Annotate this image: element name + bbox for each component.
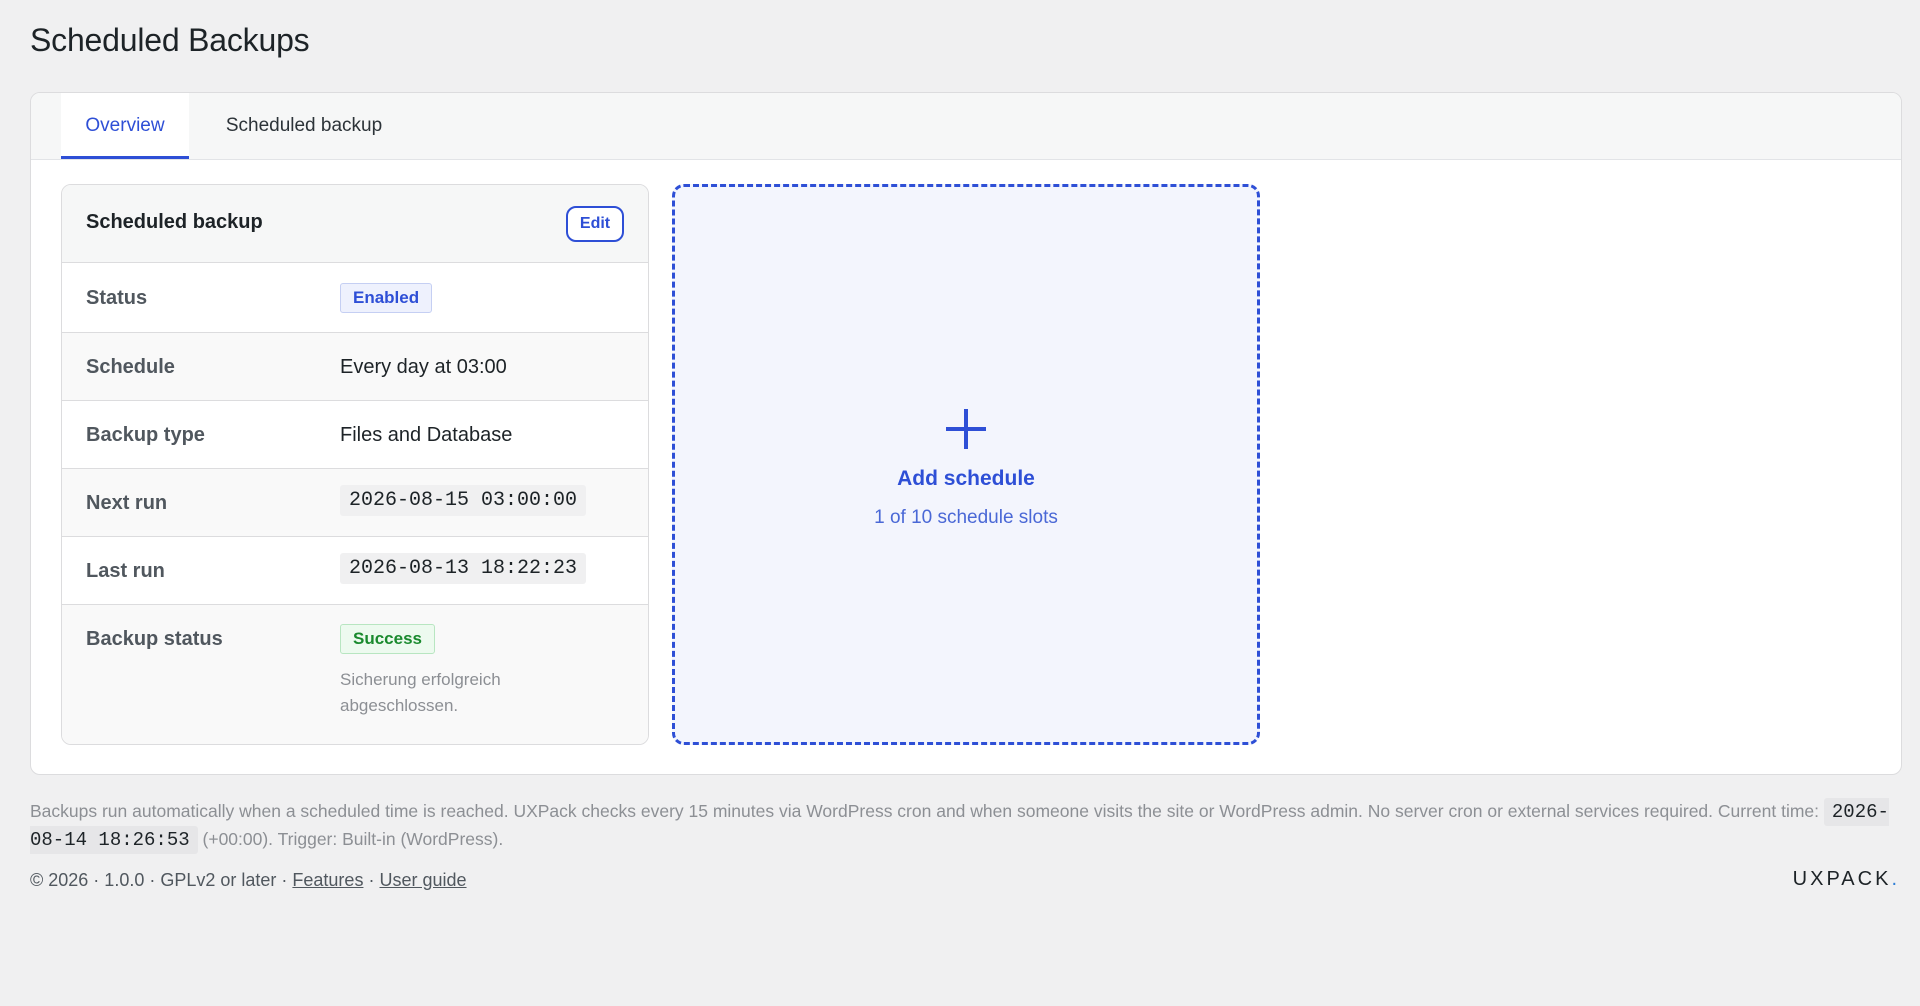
card-title: Scheduled backup	[86, 211, 263, 233]
tab-overview[interactable]: Overview	[61, 93, 189, 159]
page-title: Scheduled Backups	[30, 22, 310, 58]
add-schedule-tile[interactable]: Add schedule 1 of 10 schedule slots	[672, 184, 1260, 745]
scheduled-backup-card: Scheduled backup Edit Status Enabled Sch…	[61, 184, 649, 745]
backup-status-label: Backup status	[86, 628, 223, 650]
features-link[interactable]: Features	[292, 870, 363, 890]
info-text: Backups run automatically when a schedul…	[30, 798, 1900, 854]
status-badge: Enabled	[340, 283, 433, 313]
page: Scheduled Backups Overview Scheduled bac…	[0, 0, 1920, 1006]
row-last-run: Last run 2026-08-13 18:22:23	[62, 537, 648, 605]
plus-icon	[946, 409, 986, 449]
footer: © 2026 · 1.0.0 · GPLv2 or later · Featur…	[30, 870, 467, 891]
info-text-before: Backups run automatically when a schedul…	[30, 801, 1820, 821]
info-text-after: (+00:00). Trigger: Built-in (WordPress).	[202, 829, 504, 849]
row-next-run: Next run 2026-08-15 03:00:00	[62, 469, 648, 537]
footer-separator: ·	[368, 870, 375, 890]
backup-status-note: Sicherung erfolgreich abgeschlossen.	[340, 670, 501, 715]
next-run-label: Next run	[86, 492, 168, 514]
main-panel: Overview Scheduled backup Scheduled back…	[30, 92, 1902, 775]
last-run-value: 2026-08-13 18:22:23	[340, 553, 587, 584]
backup-type-value: Files and Database	[340, 424, 513, 446]
tab-scheduled-backup[interactable]: Scheduled backup	[209, 93, 399, 159]
status-label: Status	[86, 287, 148, 309]
row-status: Status Enabled	[62, 263, 648, 333]
tab-bar: Overview Scheduled backup	[31, 93, 1901, 160]
row-backup-status: Backup status Success Sicherung erfolgre…	[62, 605, 648, 744]
schedule-value: Every day at 03:00	[340, 356, 507, 378]
schedule-label: Schedule	[86, 356, 175, 378]
edit-button[interactable]: Edit	[566, 206, 624, 242]
brand-dot: .	[1891, 868, 1900, 890]
next-run-value: 2026-08-15 03:00:00	[340, 485, 587, 516]
row-schedule: Schedule Every day at 03:00	[62, 333, 648, 401]
row-backup-type: Backup type Files and Database	[62, 401, 648, 469]
footer-meta: © 2026 · 1.0.0 · GPLv2 or later ·	[30, 870, 288, 890]
card-header: Scheduled backup Edit	[62, 185, 648, 263]
brand-logo: UXPACK.	[1793, 868, 1900, 891]
backup-type-label: Backup type	[86, 424, 205, 446]
add-schedule-label: Add schedule	[897, 467, 1035, 490]
brand-name: UXPACK	[1792, 868, 1892, 890]
last-run-label: Last run	[86, 560, 165, 582]
schedule-slots-count: 1 of 10 schedule slots	[874, 507, 1058, 528]
backup-status-badge: Success	[340, 624, 435, 654]
user-guide-link[interactable]: User guide	[379, 870, 466, 890]
